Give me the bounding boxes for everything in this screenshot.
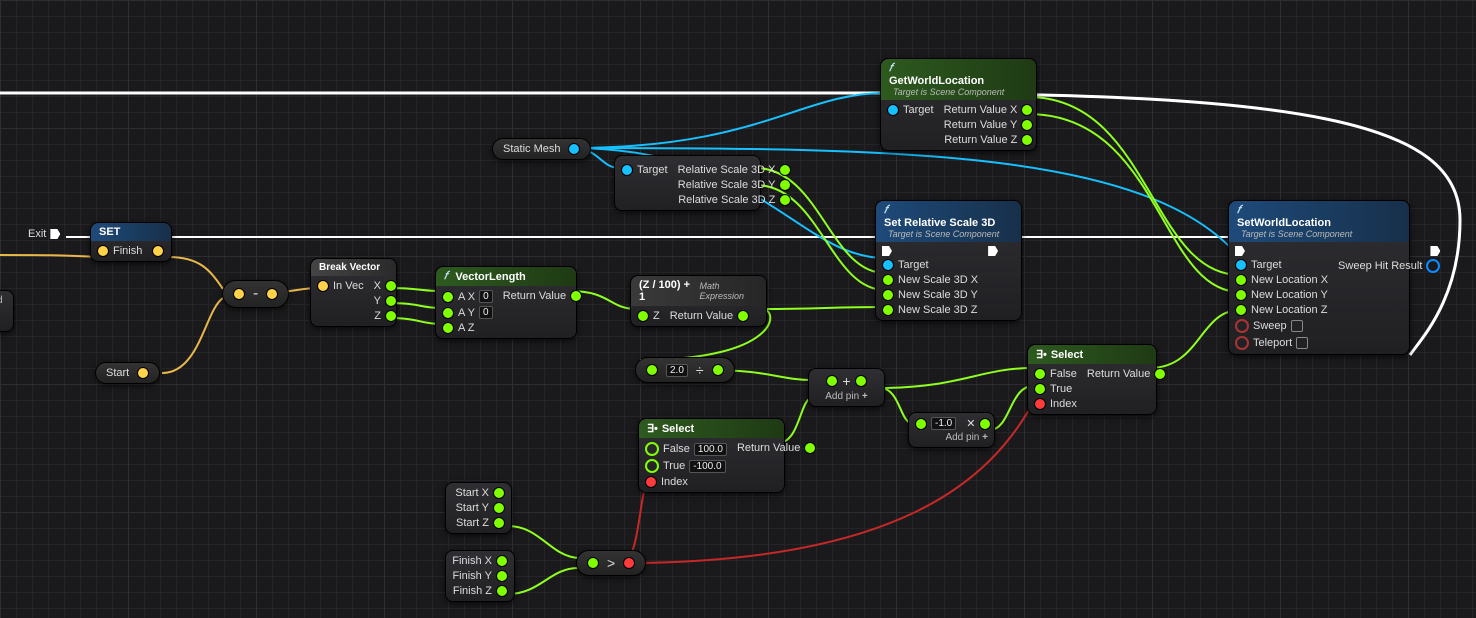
addpin-node[interactable]: + Add pin +	[808, 368, 885, 407]
break-vector-node[interactable]: Break Vector In Vec X Y Z	[310, 258, 397, 327]
select2-node[interactable]: ∃• Select False True Index Return Value	[1027, 344, 1157, 415]
partial-pin: d	[0, 295, 3, 306]
sweep-checkbox[interactable]	[1291, 320, 1303, 332]
startvec-node[interactable]: Start X Start Y Start Z	[445, 482, 512, 534]
setworldlocation-node[interactable]: SetWorldLocation Target is Scene Compone…	[1228, 200, 1410, 355]
mult-node[interactable]: -1.0✕ Add pin +	[908, 412, 995, 448]
getworldlocation-node[interactable]: GetWorldLocation Target is Scene Compone…	[880, 58, 1037, 151]
finishvec-node[interactable]: Finish X Finish Y Finish Z	[445, 550, 515, 602]
teleport-checkbox[interactable]	[1296, 337, 1308, 349]
greaterthan-node[interactable]: >	[576, 550, 646, 576]
setrelativescale-node[interactable]: Set Relative Scale 3D Target is Scene Co…	[875, 200, 1022, 321]
start-var[interactable]: Start	[95, 362, 160, 384]
select1-node[interactable]: ∃• Select False100.0 True-100.0 Index Re…	[638, 418, 785, 493]
subtract-node[interactable]: -	[222, 280, 289, 308]
mathexpr-node[interactable]: (Z / 100) + 1Math Expression Z Return Va…	[630, 275, 767, 327]
set-node[interactable]: SET Finish	[90, 222, 172, 262]
vectorlength-node[interactable]: VectorLength A X0 A Y0 A Z Return Value	[435, 266, 577, 339]
divide-node[interactable]: 2.0÷	[635, 357, 735, 383]
relativescale-node[interactable]: Target Relative Scale 3D X Relative Scal…	[614, 155, 761, 211]
staticmesh-var[interactable]: Static Mesh	[492, 138, 591, 160]
exit-exec[interactable]: Exit	[28, 228, 60, 240]
